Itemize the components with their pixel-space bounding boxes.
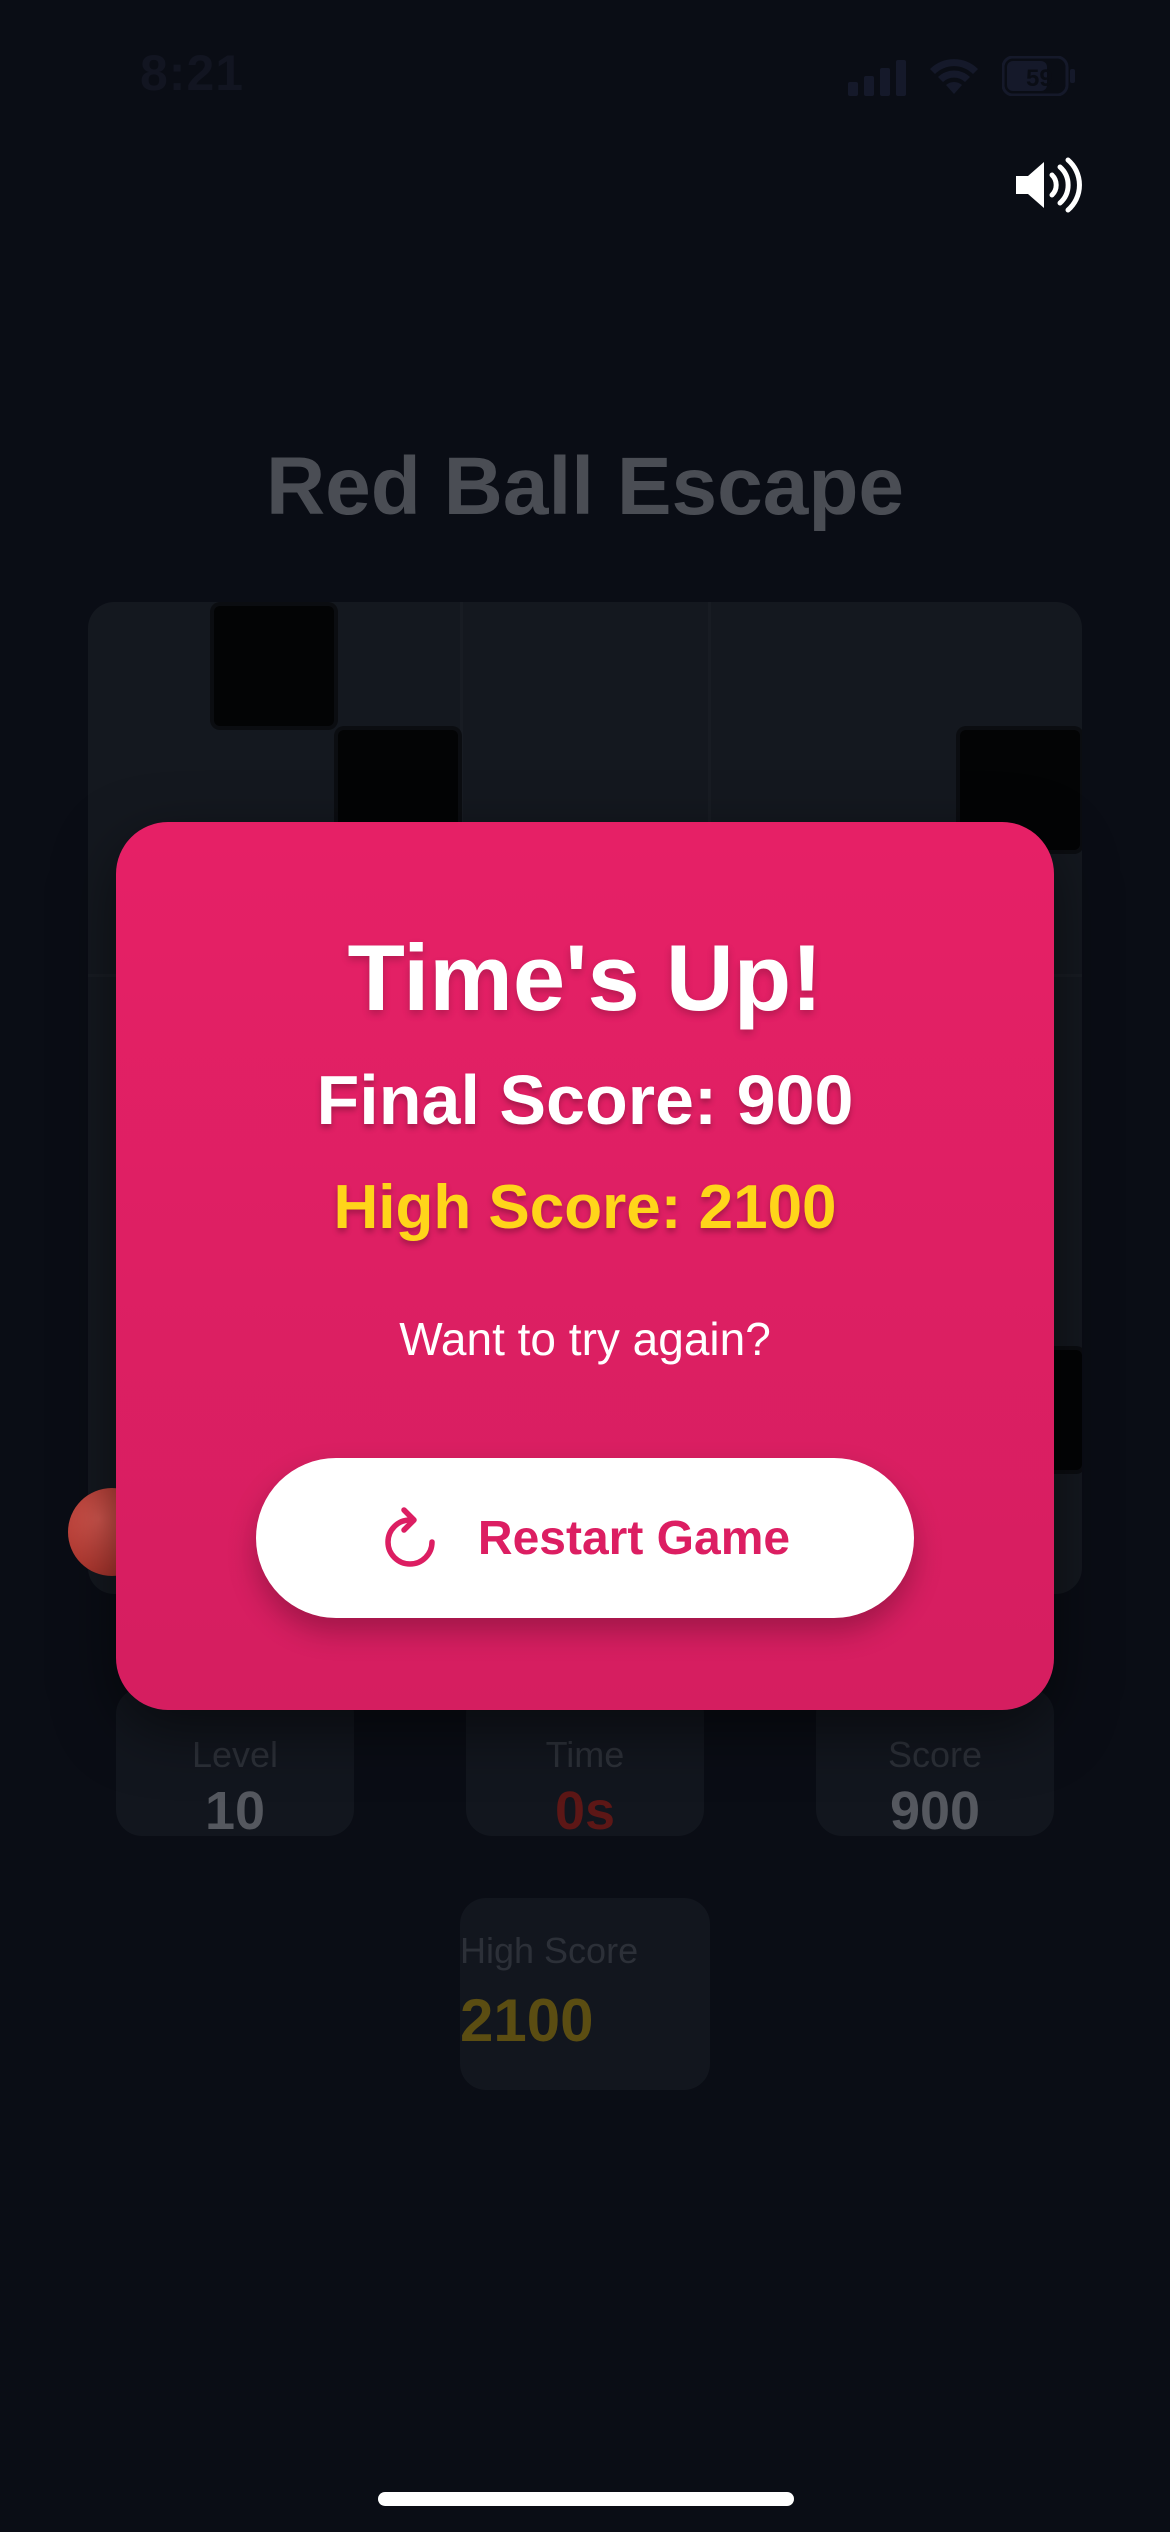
battery-level: 59	[1026, 65, 1053, 92]
game-title: Red Ball Escape	[265, 441, 905, 532]
level-label: Level	[191, 1734, 279, 1775]
score-value: 900	[889, 1781, 981, 1841]
high-score-card: High Score 2100	[460, 1898, 710, 2090]
try-again-prompt: Want to try again?	[399, 1313, 771, 1365]
home-indicator[interactable]	[378, 2492, 794, 2506]
battery-icon: 59	[1002, 56, 1076, 96]
wall-block	[214, 606, 334, 726]
score-label: Score	[887, 1734, 983, 1775]
restart-game-button[interactable]: Restart Game	[256, 1458, 914, 1618]
high-score-value: 2100	[460, 1987, 594, 2054]
score-card: Score 900	[816, 1688, 1054, 1841]
status-bar: 8:21 59	[0, 0, 1170, 150]
game-screen: 8:21 59 Red Ball Escape Level 10 Time 0s…	[0, 0, 1170, 2532]
time-label: Time	[545, 1734, 625, 1775]
wifi-icon	[928, 58, 980, 96]
cellular-signal-icon	[848, 58, 906, 96]
restart-button-label: Restart Game	[477, 1511, 791, 1565]
time-value: 0s	[554, 1781, 616, 1841]
game-over-modal: Time's Up! Final Score: 900 High Score: …	[116, 822, 1054, 1710]
level-card: Level 10	[116, 1688, 354, 1841]
status-icons: 59	[848, 56, 1076, 96]
modal-title: Time's Up!	[347, 925, 823, 1030]
refresh-icon	[385, 1507, 435, 1567]
sound-toggle-button[interactable]	[1008, 150, 1088, 220]
status-time: 8:21	[140, 45, 245, 101]
high-score-text: High Score: 2100	[333, 1173, 837, 1242]
level-value: 10	[204, 1781, 266, 1841]
time-card: Time 0s	[466, 1688, 704, 1841]
final-score-text: Final Score: 900	[316, 1061, 854, 1139]
high-score-label: High Score	[460, 1930, 639, 1971]
speaker-volume-icon	[1016, 157, 1082, 213]
